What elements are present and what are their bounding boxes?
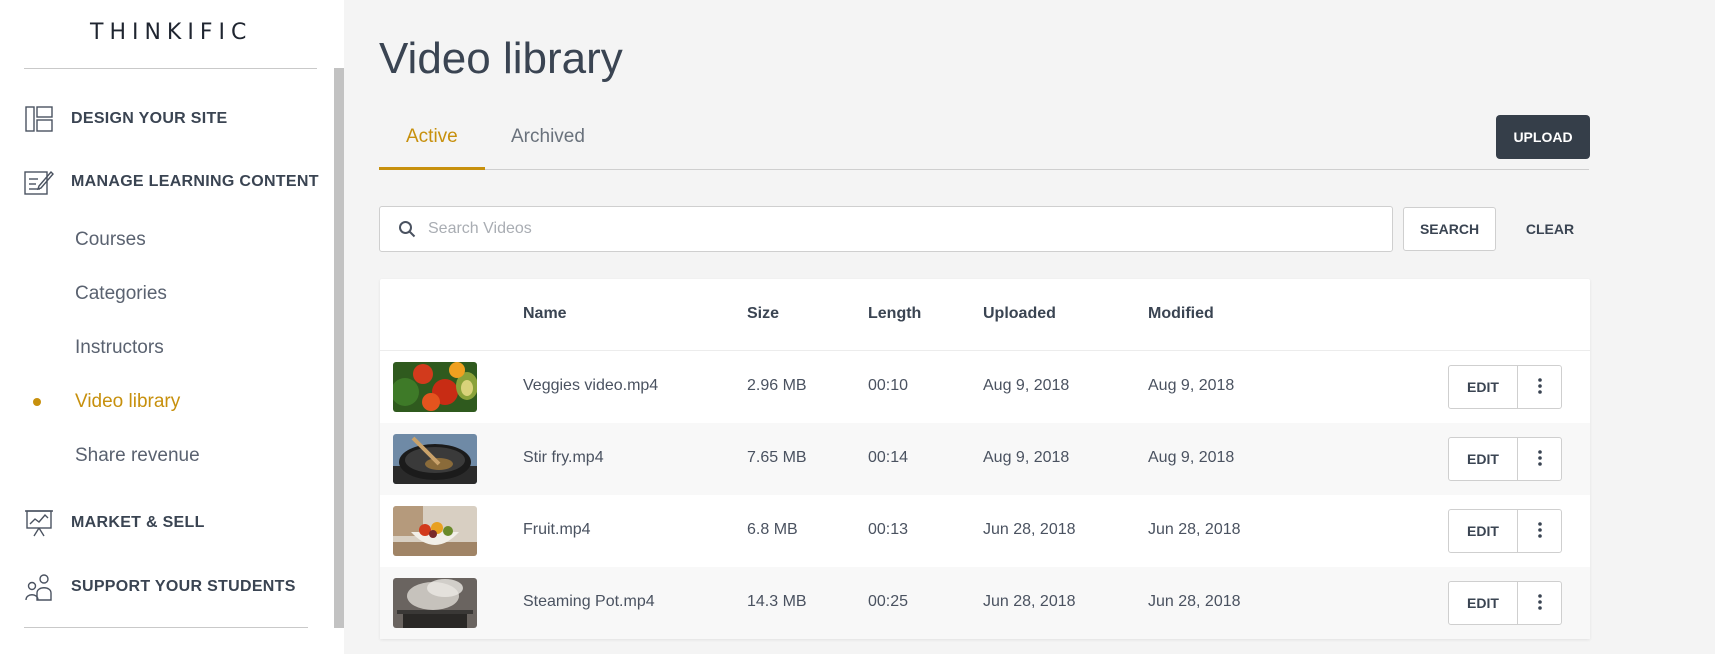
more-options-button[interactable]: [1517, 509, 1562, 553]
search-button[interactable]: SEARCH: [1403, 207, 1496, 251]
more-options-button[interactable]: [1517, 581, 1562, 625]
nav-support-your-students[interactable]: SUPPORT YOUR STUDENTS: [24, 572, 296, 602]
column-header-length[interactable]: Length: [868, 305, 921, 323]
vertical-dots-icon: [1537, 521, 1542, 541]
sidebar-divider: [24, 627, 308, 628]
video-length: 00:14: [868, 449, 909, 466]
column-header-uploaded[interactable]: Uploaded: [983, 305, 1056, 323]
nav-manage-learning-content[interactable]: MANAGE LEARNING CONTENT: [24, 167, 319, 197]
page-title: Video library: [379, 34, 623, 83]
edit-content-icon: [24, 167, 54, 197]
video-size: 14.3 MB: [747, 593, 807, 610]
sidebar-item-instructors[interactable]: Instructors: [75, 337, 164, 359]
search-box: [379, 206, 1393, 252]
video-size: 2.96 MB: [747, 377, 807, 394]
edit-button[interactable]: EDIT: [1448, 581, 1518, 625]
video-modified: Aug 9, 2018: [1148, 377, 1235, 394]
active-indicator-dot: [33, 398, 41, 406]
video-name[interactable]: Fruit.mp4: [523, 521, 591, 539]
video-length: 00:13: [868, 521, 909, 538]
table-row: Veggies video.mp4 2.96 MB 00:10 Aug 9, 2…: [380, 351, 1590, 423]
nav-market-and-sell[interactable]: MARKET & SELL: [24, 508, 205, 538]
sidebar-item-share-revenue[interactable]: Share revenue: [75, 445, 200, 467]
tab-archived[interactable]: Archived: [511, 126, 585, 148]
video-modified: Jun 28, 2018: [1148, 521, 1241, 538]
video-name[interactable]: Veggies video.mp4: [523, 377, 658, 395]
students-icon: [24, 572, 54, 602]
video-name[interactable]: Steaming Pot.mp4: [523, 593, 655, 611]
video-table: Name Size Length Uploaded Modified Veggi…: [380, 279, 1590, 639]
video-uploaded: Jun 28, 2018: [983, 593, 1076, 610]
nav-label: SUPPORT YOUR STUDENTS: [71, 578, 296, 595]
video-size: 7.65 MB: [747, 449, 807, 466]
video-length: 00:25: [868, 593, 909, 610]
video-size: 6.8 MB: [747, 521, 798, 538]
video-length: 00:10: [868, 377, 909, 394]
nav-label: MANAGE LEARNING CONTENT: [71, 173, 319, 190]
video-modified: Aug 9, 2018: [1148, 449, 1235, 466]
thinkific-logo[interactable]: THINKIFIC: [90, 20, 252, 45]
tabs-divider: [379, 169, 1589, 170]
sidebar-divider: [24, 68, 317, 69]
upload-button[interactable]: UPLOAD: [1496, 115, 1590, 159]
more-options-button[interactable]: [1517, 365, 1562, 409]
sidebar: THINKIFIC DESIGN YOUR SITE MANAGE LEARNI…: [0, 0, 344, 654]
video-modified: Jun 28, 2018: [1148, 593, 1241, 610]
clear-button[interactable]: CLEAR: [1510, 207, 1590, 251]
more-options-button[interactable]: [1517, 437, 1562, 481]
column-header-name[interactable]: Name: [523, 305, 567, 323]
nav-label: MARKET & SELL: [71, 514, 205, 531]
sidebar-item-categories[interactable]: Categories: [75, 283, 167, 305]
video-name[interactable]: Stir fry.mp4: [523, 449, 604, 467]
vegetables-thumbnail[interactable]: [393, 362, 477, 412]
vertical-dots-icon: [1537, 377, 1542, 397]
tab-active[interactable]: Active: [406, 126, 458, 148]
steaming-pot-thumbnail[interactable]: [393, 578, 477, 628]
video-uploaded: Jun 28, 2018: [983, 521, 1076, 538]
search-icon: [398, 219, 418, 239]
edit-button[interactable]: EDIT: [1448, 437, 1518, 481]
column-header-modified[interactable]: Modified: [1148, 305, 1214, 323]
wok-thumbnail[interactable]: [393, 434, 477, 484]
table-row: Fruit.mp4 6.8 MB 00:13 Jun 28, 2018 Jun …: [380, 495, 1590, 567]
video-uploaded: Aug 9, 2018: [983, 377, 1070, 394]
presentation-chart-icon: [24, 508, 54, 538]
search-input[interactable]: [428, 220, 1392, 238]
active-tab-underline: [379, 167, 485, 170]
column-header-size[interactable]: Size: [747, 305, 779, 323]
table-row: Steaming Pot.mp4 14.3 MB 00:25 Jun 28, 2…: [380, 567, 1590, 639]
video-uploaded: Aug 9, 2018: [983, 449, 1070, 466]
edit-button[interactable]: EDIT: [1448, 509, 1518, 553]
fruit-bowl-thumbnail[interactable]: [393, 506, 477, 556]
layout-icon: [24, 104, 54, 134]
table-row: Stir fry.mp4 7.65 MB 00:14 Aug 9, 2018 A…: [380, 423, 1590, 495]
nav-design-your-site[interactable]: DESIGN YOUR SITE: [24, 104, 228, 134]
nav-label: DESIGN YOUR SITE: [71, 110, 228, 127]
sidebar-scrollbar[interactable]: [334, 68, 344, 628]
vertical-dots-icon: [1537, 449, 1542, 469]
sidebar-item-video-library[interactable]: Video library: [75, 391, 180, 413]
sidebar-item-courses[interactable]: Courses: [75, 229, 146, 251]
vertical-dots-icon: [1537, 593, 1542, 613]
edit-button[interactable]: EDIT: [1448, 365, 1518, 409]
